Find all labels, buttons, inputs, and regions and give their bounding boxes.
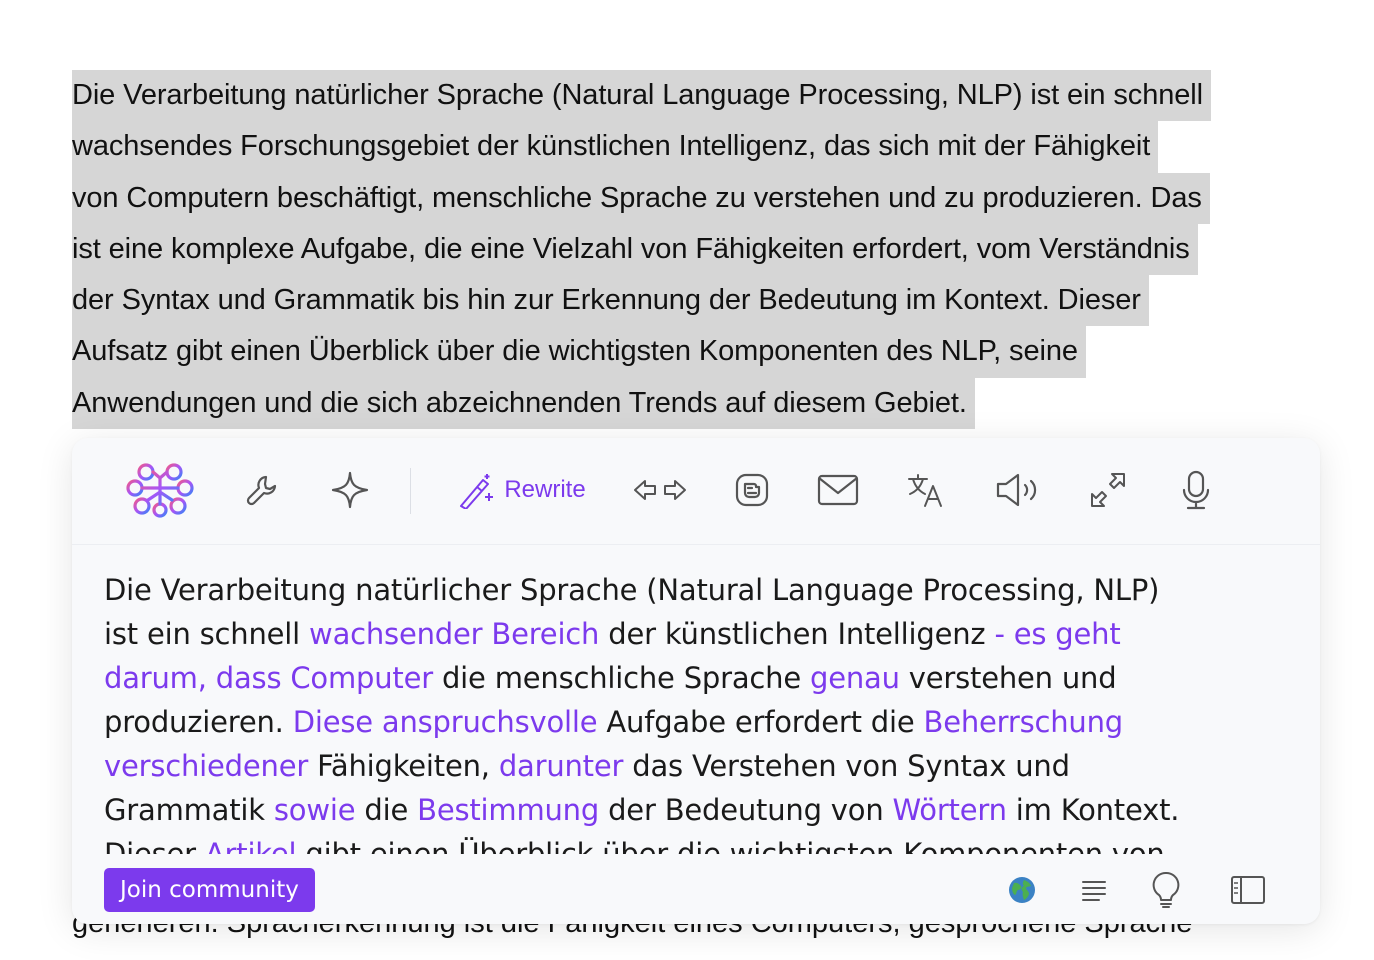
paragraph-line: wachsendes Forschungsgebiet der künstlic…: [72, 121, 1342, 173]
rewritten-text[interactable]: Die Verarbeitung natürlicher Sprache (Na…: [104, 568, 1254, 854]
paragraph-line-text: wachsendes Forschungsgebiet der künstlic…: [72, 121, 1159, 173]
changed-phrase: Bestimmung: [417, 793, 600, 827]
paragraph-line-text: von Computern beschäftigt, menschliche S…: [72, 172, 1210, 224]
paragraph-line-text: Die Verarbeitung natürlicher Sprache (Na…: [72, 70, 1211, 122]
unchanged-text: der künstlichen Intelligenz: [599, 617, 995, 651]
toolbar: Rewrite: [72, 438, 1320, 545]
unchanged-text: produzieren.: [104, 705, 293, 739]
sparkle-icon[interactable]: [326, 462, 374, 518]
unchanged-text: der Bedeutung von: [599, 793, 893, 827]
changed-phrase: Beherrschung: [923, 705, 1124, 739]
speaker-icon[interactable]: [990, 462, 1046, 518]
changed-phrase: darum, dass Computer: [104, 661, 433, 695]
align-text-icon[interactable]: [1076, 872, 1112, 908]
changed-phrase: - es geht: [994, 617, 1121, 651]
translate-icon[interactable]: [902, 462, 950, 518]
selected-paragraph[interactable]: Die Verarbeitung natürlicher Sprache (Na…: [72, 70, 1342, 430]
mail-icon[interactable]: [814, 462, 862, 518]
changed-phrase: sowie: [273, 793, 356, 827]
globe-icon[interactable]: [1004, 872, 1040, 908]
lightbulb-icon[interactable]: [1148, 871, 1184, 908]
unchanged-text: die: [355, 793, 418, 827]
unchanged-text: Dieser: [104, 837, 205, 854]
rewrite-label: Rewrite: [504, 476, 586, 503]
join-community-button[interactable]: Join community: [104, 868, 315, 912]
result-line: Grammatik sowie die Bestimmung der Bedeu…: [104, 788, 1254, 832]
unchanged-text: Fähigkeiten,: [308, 749, 499, 783]
paragraph-line: ist eine komplexe Aufgabe, die eine Viel…: [72, 223, 1342, 276]
result-line: ist ein schnell wachsender Bereich der k…: [104, 612, 1254, 656]
toolbar-divider: [410, 468, 411, 514]
result-line: Dieser Artikel gibt einen Überblick über…: [104, 832, 1254, 854]
paragraph-line: Die Verarbeitung natürlicher Sprache (Na…: [72, 70, 1342, 122]
paragraph-line-text: der Syntax und Grammatik bis hin zur Erk…: [72, 275, 1149, 327]
blog-icon[interactable]: [728, 462, 776, 518]
paragraph-line-text: Anwendungen und die sich abzeichnenden T…: [72, 377, 975, 430]
rewrite-button[interactable]: Rewrite: [452, 462, 592, 518]
arrows-left-right-icon[interactable]: [632, 462, 688, 518]
result-line: darum, dass Computer die menschliche Spr…: [104, 656, 1254, 700]
ai-rewrite-panel: Rewrite Die Verarbeitung natürlicher Spr…: [72, 438, 1320, 924]
changed-phrase: verschiedener: [104, 749, 309, 783]
magic-wand-icon: [460, 474, 494, 509]
result-line: verschiedener Fähigkeiten, darunter das …: [104, 744, 1254, 788]
unchanged-text: verstehen und: [899, 661, 1117, 695]
microphone-icon[interactable]: [1172, 462, 1220, 518]
wrench-icon[interactable]: [238, 462, 286, 518]
unchanged-text: das Verstehen von Syntax und: [623, 749, 1070, 783]
changed-phrase: Wörtern: [892, 793, 1007, 827]
result-line: Die Verarbeitung natürlicher Sprache (Na…: [104, 568, 1254, 612]
unchanged-text: Aufgabe erfordert die: [597, 705, 924, 739]
sidebar-icon[interactable]: [1230, 872, 1266, 908]
unchanged-text: im Kontext.: [1006, 793, 1180, 827]
unchanged-text: Die Verarbeitung natürlicher Sprache (Na…: [104, 573, 1160, 607]
unchanged-text: ist ein schnell: [104, 617, 310, 651]
changed-phrase: wachsender Bereich: [309, 617, 600, 651]
result-line: produzieren. Diese anspruchsvolle Aufgab…: [104, 700, 1254, 744]
paragraph-line-text: ist eine komplexe Aufgabe, die eine Viel…: [72, 223, 1198, 276]
paragraph-line: von Computern beschäftigt, menschliche S…: [72, 172, 1342, 224]
changed-phrase: genau: [810, 661, 900, 695]
paragraph-line: Anwendungen und die sich abzeichnenden T…: [72, 377, 1342, 430]
page: Die Verarbeitung natürlicher Sprache (Na…: [0, 0, 1374, 960]
unchanged-text: Grammatik: [104, 793, 274, 827]
changed-phrase: Artikel: [204, 837, 297, 854]
paragraph-line: Aufsatz gibt einen Überblick über die wi…: [72, 326, 1342, 378]
changed-phrase: darunter: [498, 749, 624, 783]
unchanged-text: gibt einen Überblick über die wichtigste…: [296, 837, 1165, 854]
brain-logo-icon[interactable]: [124, 462, 196, 518]
paragraph-line: der Syntax und Grammatik bis hin zur Erk…: [72, 275, 1342, 327]
expand-arrows-icon[interactable]: [1082, 462, 1134, 518]
changed-phrase: Diese anspruchsvolle: [292, 705, 598, 739]
unchanged-text: die menschliche Sprache: [432, 661, 810, 695]
paragraph-line-text: Aufsatz gibt einen Überblick über die wi…: [72, 326, 1086, 378]
bottom-bar: Join community: [72, 854, 1320, 924]
